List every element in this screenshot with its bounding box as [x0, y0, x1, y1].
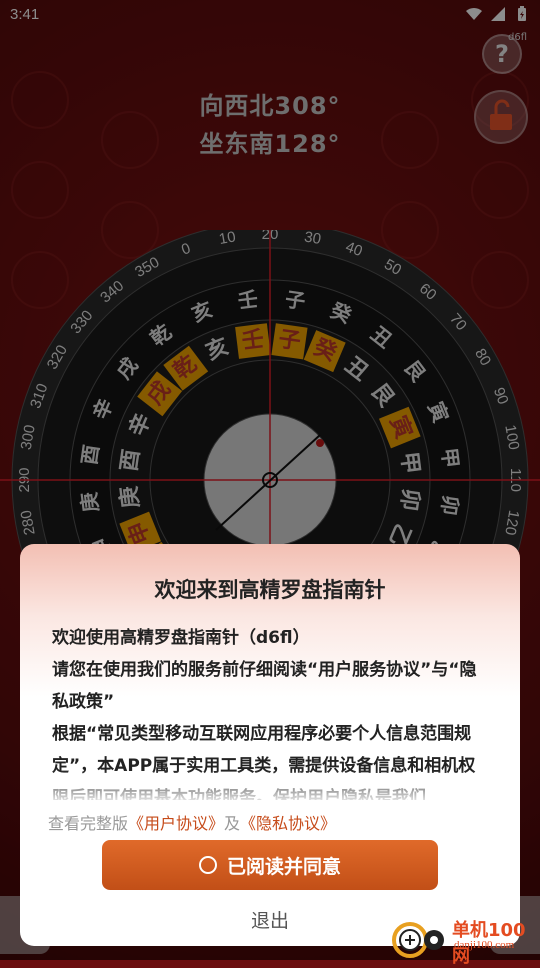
dialog-title: 欢迎来到高精罗盘指南针: [154, 578, 386, 602]
body-fade: [52, 770, 492, 800]
agree-button[interactable]: 已阅读并同意: [102, 840, 438, 890]
agree-label: 已阅读并同意: [226, 855, 341, 878]
links-and: 及: [224, 814, 241, 833]
body-paragraph: 欢迎使用高精罗盘指南针（d6fl）: [52, 628, 310, 648]
watermark: 单机100网 danji100.com: [390, 914, 540, 967]
dialog-body[interactable]: 欢迎使用高精罗盘指南针（d6fl） 请您在使用我们的服务前仔细阅读“用户服务协议…: [52, 622, 492, 800]
links-prefix: 查看完整版: [48, 814, 129, 833]
radio-circle-icon: [198, 856, 217, 874]
privacy-dialog: 欢迎来到高精罗盘指南针 欢迎使用高精罗盘指南针（d6fl） 请您在使用我们的服务…: [20, 544, 520, 946]
agreement-links: 查看完整版《用户协议》​及《隐私协议》: [48, 810, 336, 834]
watermark-url: danji100.com: [454, 939, 515, 951]
privacy-agreement-link[interactable]: 《隐私协议》: [240, 814, 336, 833]
user-agreement-link[interactable]: 《用户协议》: [128, 814, 224, 833]
body-paragraph: 请您在使用我们的服务前仔细阅读“用户服务协议”与“隐私政策”: [52, 660, 477, 712]
watermark-logo-icon: [392, 922, 444, 958]
